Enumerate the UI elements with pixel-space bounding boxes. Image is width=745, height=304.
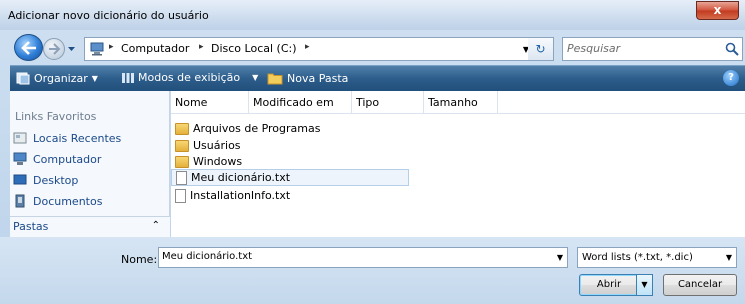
filename-dropdown-icon[interactable]: ▼ — [557, 253, 563, 262]
filename-input[interactable] — [162, 251, 542, 262]
views-label: Modos de exibição — [138, 71, 241, 84]
recent-places-icon — [13, 132, 27, 144]
text-file-icon — [175, 188, 186, 203]
column-header-modified[interactable]: Modificado em — [249, 91, 352, 114]
title-bar[interactable]: Adicionar novo dicionário do usuário x — [0, 0, 745, 30]
new-folder-button[interactable]: Nova Pasta — [267, 71, 348, 85]
chevron-down-icon: ▼ — [252, 73, 259, 82]
back-button[interactable] — [14, 34, 43, 61]
forward-button[interactable] — [43, 38, 65, 60]
folder-icon — [175, 139, 189, 152]
computer-icon — [13, 152, 27, 165]
breadcrumb-separator: ▸ — [305, 42, 310, 52]
favorite-item-computer[interactable]: Computador — [13, 150, 101, 168]
organize-icon — [16, 72, 30, 85]
breadcrumb-separator: ▸ — [109, 42, 114, 52]
text-file-icon — [176, 170, 187, 185]
search-box[interactable] — [562, 37, 743, 61]
breadcrumb-disco-local[interactable]: Disco Local (C:) — [211, 42, 297, 55]
favorite-item-desktop[interactable]: Desktop — [13, 171, 78, 189]
chevron-up-icon: ⌃ — [151, 220, 160, 231]
folder-icon — [175, 122, 189, 135]
address-bar[interactable]: ▸ Computador ▸ Disco Local (C:) ▸ ▼ — [84, 37, 554, 61]
file-row[interactable]: Usuários — [171, 137, 241, 154]
cancel-button[interactable]: Cancelar — [663, 274, 737, 296]
file-row[interactable]: Windows — [171, 153, 242, 170]
file-name: InstallationInfo.txt — [190, 189, 291, 202]
favorite-label: Computador — [33, 152, 102, 166]
favorite-label: Locais Recentes — [33, 131, 122, 145]
file-name: Meu dicionário.txt — [191, 171, 291, 184]
window-title: Adicionar novo dicionário do usuário — [8, 9, 209, 22]
filename-label: Nome: — [121, 253, 158, 266]
back-arrow-icon — [21, 41, 36, 55]
filename-combobox[interactable]: ▼ — [158, 247, 568, 268]
file-row[interactable]: InstallationInfo.txt — [171, 187, 290, 204]
desktop-icon — [13, 174, 27, 185]
filetype-dropdown-icon[interactable]: ▼ — [726, 253, 732, 262]
documents-icon — [15, 194, 25, 208]
chevron-down-icon: ▼ — [641, 280, 648, 289]
new-folder-label: Nova Pasta — [287, 71, 349, 85]
file-name: Windows — [193, 155, 243, 168]
folder-icon — [175, 155, 189, 168]
filetype-select[interactable]: Word lists (*.txt, *.dic) ▼ — [577, 247, 737, 268]
favorites-title: Links Favoritos — [15, 110, 97, 123]
filetype-value: Word lists (*.txt, *.dic) — [582, 252, 693, 263]
open-button[interactable]: Abrir — [579, 274, 639, 296]
views-icon — [122, 72, 134, 83]
history-dropdown-icon[interactable] — [67, 44, 76, 53]
computer-icon — [90, 42, 104, 56]
file-row[interactable]: Arquivos de Programas — [171, 120, 320, 137]
breadcrumb-separator: ▸ — [199, 42, 204, 52]
folders-label: Pastas — [13, 220, 49, 233]
favorite-label: Documentos — [33, 194, 103, 208]
file-name: Usuários — [193, 139, 241, 152]
refresh-button[interactable]: ↻ — [528, 37, 554, 61]
help-icon[interactable]: ? — [723, 70, 739, 86]
views-menu[interactable]: Modos de exibição ▼ — [122, 71, 258, 84]
command-toolbar: Organizar ▼ Modos de exibição ▼ Nova Pas… — [10, 65, 745, 91]
file-row-selected[interactable]: Meu dicionário.txt — [171, 169, 409, 186]
open-options-dropdown[interactable]: ▼ — [636, 274, 653, 296]
folders-toggle[interactable]: Pastas ⌃ — [10, 216, 170, 237]
organize-label: Organizar — [34, 71, 88, 85]
breadcrumb-computer[interactable]: Computador — [121, 42, 189, 55]
search-icon[interactable] — [725, 42, 739, 56]
new-folder-icon — [267, 73, 283, 85]
organize-menu[interactable]: Organizar ▼ — [16, 71, 98, 85]
search-input[interactable] — [567, 42, 717, 55]
column-header-type[interactable]: Tipo — [352, 91, 424, 114]
chevron-down-icon: ▼ — [91, 73, 98, 83]
close-button[interactable]: x — [696, 1, 739, 20]
open-dialog-window: Adicionar novo dicionário do usuário x ▸… — [0, 0, 745, 304]
column-header-name[interactable]: Nome — [171, 91, 249, 114]
favorite-item-recent-places[interactable]: Locais Recentes — [13, 129, 121, 147]
favorite-label: Desktop — [33, 173, 79, 187]
favorite-item-documents[interactable]: Documentos — [13, 192, 102, 210]
forward-arrow-icon — [49, 43, 61, 55]
column-header-size[interactable]: Tamanho — [424, 91, 498, 114]
file-name: Arquivos de Programas — [193, 122, 321, 135]
